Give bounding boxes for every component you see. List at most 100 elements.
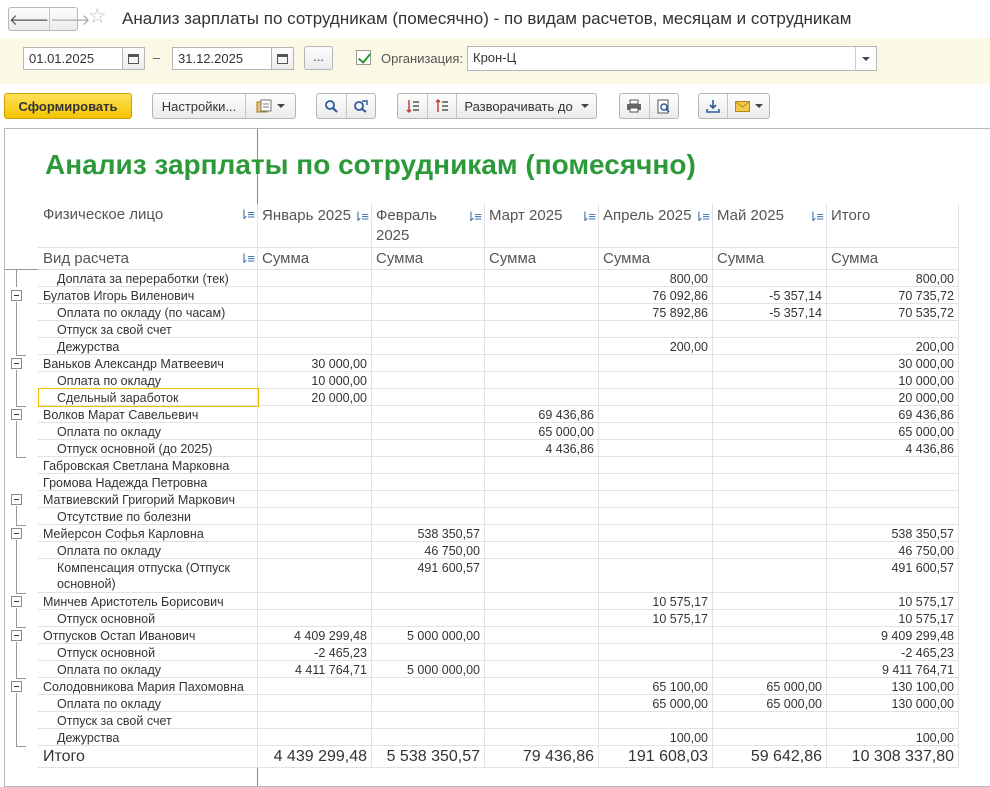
value-cell[interactable]: 5 000 000,00 [372,661,485,678]
value-cell[interactable] [599,661,713,678]
value-cell[interactable] [485,508,599,525]
calc-type-row-label[interactable]: Отпуск основной (до 2025) [38,440,258,457]
value-cell[interactable] [372,644,485,661]
value-cell[interactable] [713,423,827,440]
print-preview-button[interactable] [648,94,678,118]
value-cell[interactable] [372,389,485,406]
sort-icon[interactable]: ⇂≡ [808,207,825,227]
value-cell[interactable] [258,338,372,355]
value-cell[interactable] [258,321,372,338]
value-cell[interactable] [258,287,372,304]
collapse-group-icon[interactable] [11,596,22,607]
value-cell[interactable] [599,525,713,542]
calc-type-row-label[interactable]: Отпуск за свой счет [38,321,258,338]
save-button[interactable] [699,99,727,113]
value-cell[interactable]: 65 000,00 [485,423,599,440]
value-cell[interactable]: 76 092,86 [599,287,713,304]
value-cell[interactable]: 70 535,72 [827,304,959,321]
value-cell[interactable] [713,440,827,457]
sort-icon[interactable]: ⇂≡ [239,251,256,267]
value-cell[interactable] [372,321,485,338]
employee-row-label[interactable]: Габровская Светлана Марковна [38,457,258,474]
value-cell[interactable] [258,525,372,542]
settings-button[interactable]: Настройки... [153,99,245,114]
value-cell[interactable]: 10 575,17 [599,610,713,627]
employee-row-label[interactable]: Ваньков Александр Матвеевич [38,355,258,372]
value-cell[interactable] [372,287,485,304]
value-cell[interactable] [713,559,827,593]
value-cell[interactable]: 46 750,00 [827,542,959,559]
value-cell[interactable]: 200,00 [827,338,959,355]
value-cell[interactable] [485,712,599,729]
value-cell[interactable] [372,729,485,746]
value-cell[interactable] [485,389,599,406]
value-cell[interactable] [258,423,372,440]
value-cell[interactable] [372,304,485,321]
value-cell[interactable] [713,712,827,729]
value-cell[interactable] [485,661,599,678]
value-cell[interactable]: 10 000,00 [258,372,372,389]
collapse-group-icon[interactable] [11,681,22,692]
value-cell[interactable] [713,542,827,559]
value-cell[interactable] [485,287,599,304]
value-cell[interactable] [372,355,485,372]
search-button[interactable] [317,99,346,113]
report-spreadsheet[interactable]: Анализ зарплаты по сотрудникам (помесячн… [4,128,990,787]
value-cell[interactable] [485,695,599,712]
value-cell[interactable] [372,712,485,729]
value-cell[interactable] [713,321,827,338]
value-cell[interactable] [599,389,713,406]
employee-row-label[interactable]: Булатов Игорь Виленович [38,287,258,304]
value-cell[interactable] [485,542,599,559]
value-cell[interactable] [258,695,372,712]
employee-row-label[interactable]: Солодовникова Мария Пахомовна [38,678,258,695]
value-cell[interactable] [372,695,485,712]
value-cell[interactable] [372,474,485,491]
value-cell[interactable] [599,542,713,559]
value-cell[interactable] [258,406,372,423]
value-cell[interactable] [485,729,599,746]
value-cell[interactable]: 9 409 299,48 [827,627,959,644]
value-cell[interactable] [258,712,372,729]
value-cell[interactable]: 65 000,00 [713,695,827,712]
value-cell[interactable] [372,593,485,610]
value-cell[interactable] [485,644,599,661]
value-cell[interactable] [827,474,959,491]
value-cell[interactable]: 65 000,00 [713,678,827,695]
value-cell[interactable]: 4 436,86 [827,440,959,457]
variant-button[interactable] [245,94,295,118]
value-cell[interactable]: 65 000,00 [827,423,959,440]
value-cell[interactable] [713,508,827,525]
value-cell[interactable] [827,491,959,508]
sort-icon[interactable]: ⇂≡ [694,207,711,227]
expand-to-dropdown[interactable]: Разворачивать до [456,94,596,118]
value-cell[interactable] [599,372,713,389]
date-from-input[interactable]: 01.01.2025 [23,47,123,70]
value-cell[interactable] [599,559,713,593]
value-cell[interactable] [713,338,827,355]
value-cell[interactable] [372,406,485,423]
collapse-group-icon[interactable] [11,528,22,539]
value-cell[interactable]: -2 465,23 [827,644,959,661]
value-cell[interactable] [485,559,599,593]
value-cell[interactable]: 10 575,17 [599,593,713,610]
value-cell[interactable]: 800,00 [827,270,959,287]
calc-type-row-label[interactable]: Оплата по окладу [38,661,258,678]
favorite-star-icon[interactable]: ☆ [88,5,107,29]
value-cell[interactable] [485,474,599,491]
calc-type-row-label[interactable]: Дежурства [38,338,258,355]
value-cell[interactable] [258,559,372,593]
value-cell[interactable] [599,474,713,491]
value-cell[interactable] [485,593,599,610]
value-cell[interactable] [599,644,713,661]
value-cell[interactable]: 10 000,00 [827,372,959,389]
collapse-group-icon[interactable] [11,358,22,369]
value-cell[interactable]: 20 000,00 [827,389,959,406]
value-cell[interactable] [485,457,599,474]
sort-icon[interactable]: ⇂≡ [239,207,256,223]
value-cell[interactable] [599,406,713,423]
period-select-button[interactable]: ... [304,46,333,70]
value-cell[interactable] [258,304,372,321]
organization-field[interactable]: Крон-Ц [467,46,877,71]
value-cell[interactable] [713,270,827,287]
